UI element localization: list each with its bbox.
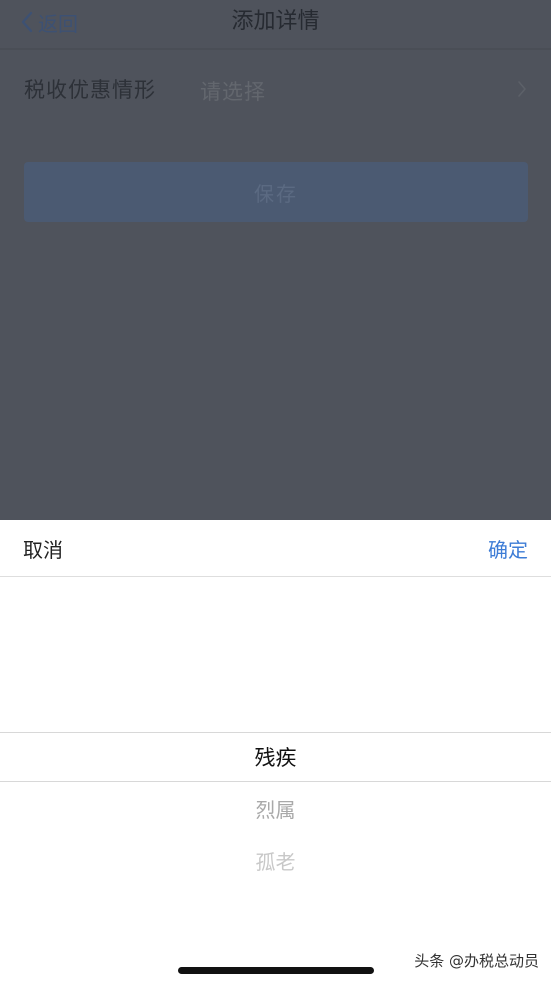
tax-preference-placeholder: 请选择 [200,80,266,104]
tax-preference-label: 税收优惠情形 [24,78,156,102]
picker-option[interactable]: 烈属 [0,785,551,835]
home-indicator[interactable] [178,967,374,974]
picker-option[interactable]: 孤老 [0,837,551,887]
picker-wheel[interactable]: 残疾 烈属 孤老 [0,577,551,984]
watermark: 头条 @办税总动员 [414,952,539,970]
save-button[interactable]: 保存 [24,162,528,222]
confirm-button[interactable]: 确定 [488,534,528,563]
picker-toolbar: 取消 确定 [0,520,551,577]
picker-sheet: 取消 确定 残疾 烈属 孤老 头条 @办税总动员 [0,520,551,984]
navigation-bar: 返回 添加详情 [0,0,551,46]
cancel-button[interactable]: 取消 [23,534,63,563]
tax-preference-row[interactable]: 税收优惠情形 请选择 [0,52,551,128]
add-detail-page: 返回 添加详情 税收优惠情形 请选择 保存 [0,0,551,520]
navbar-divider [0,48,551,50]
page-title: 添加详情 [231,9,320,34]
chevron-right-icon [518,81,526,97]
picker-option-selected[interactable]: 残疾 [0,733,551,783]
